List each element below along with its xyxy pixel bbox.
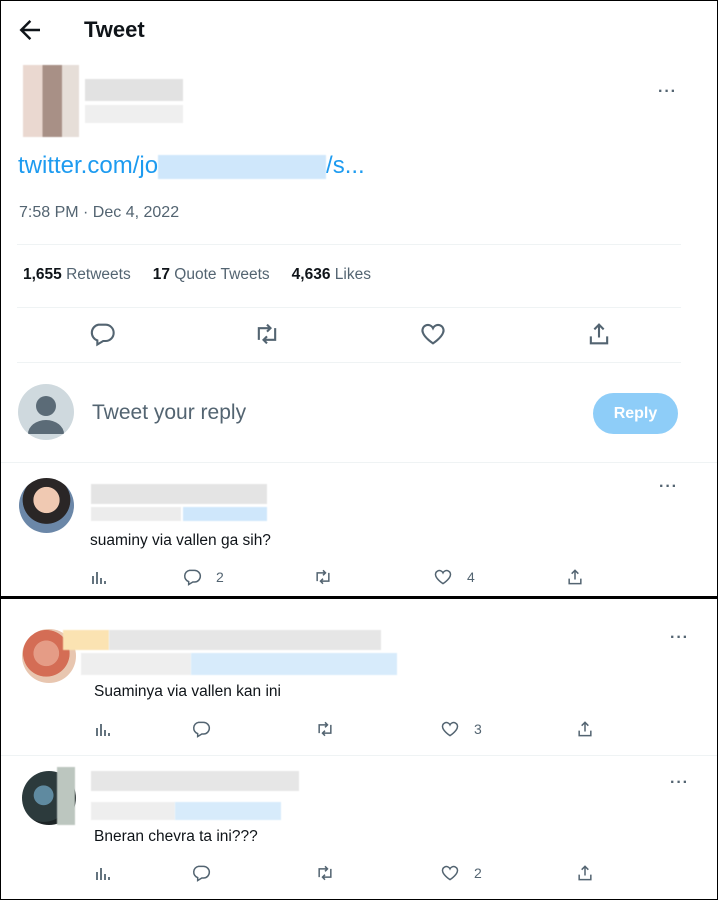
replying-to-redacted bbox=[175, 802, 281, 820]
retweet-icon[interactable] bbox=[313, 567, 333, 587]
more-options-icon[interactable]: ··· bbox=[658, 83, 677, 101]
author-handle-redacted bbox=[85, 105, 183, 123]
views-icon[interactable] bbox=[93, 719, 113, 739]
reply-author-name-redacted[interactable] bbox=[91, 771, 299, 791]
link-redacted bbox=[158, 154, 327, 179]
reply-author-name-redacted[interactable] bbox=[109, 630, 381, 650]
reply-author-handle-redacted bbox=[91, 802, 175, 820]
more-options-icon[interactable]: ··· bbox=[659, 478, 678, 496]
retweets-count: 1,655 bbox=[23, 266, 62, 283]
tweet-link[interactable]: twitter.com/jo/s... bbox=[18, 152, 365, 180]
share-icon[interactable] bbox=[565, 567, 585, 587]
reply-button[interactable]: Reply bbox=[593, 393, 678, 434]
retweet-icon[interactable] bbox=[315, 863, 335, 883]
like-count-value: 2 bbox=[474, 865, 482, 881]
tweet-stats: 1,655 Retweets 17 Quote Tweets 4,636 Lik… bbox=[23, 266, 371, 284]
current-user-avatar bbox=[18, 384, 74, 440]
reply-text: suaminy via vallen ga sih? bbox=[90, 532, 271, 549]
likes-count: 4,636 bbox=[291, 266, 331, 283]
divider bbox=[17, 362, 681, 363]
likes-stat[interactable]: 4,636 Likes bbox=[292, 266, 371, 284]
reply-count[interactable]: 2 bbox=[182, 567, 224, 587]
quote-tweets-label: Quote Tweets bbox=[174, 266, 270, 283]
author-avatar[interactable] bbox=[23, 65, 79, 137]
quote-tweets-stat[interactable]: 17 Quote Tweets bbox=[153, 266, 270, 284]
views-icon[interactable] bbox=[93, 863, 113, 883]
tweet-detail-panel: Tweet ··· twitter.com/jo/s... 7:58 PM · … bbox=[0, 0, 718, 598]
more-options-icon[interactable]: ··· bbox=[670, 629, 689, 647]
reply-count-value: 2 bbox=[216, 569, 224, 585]
like-count[interactable]: 4 bbox=[433, 567, 475, 587]
reply-icon[interactable] bbox=[88, 320, 116, 348]
divider bbox=[1, 462, 717, 463]
reply-text: Bneran chevra ta ini??? bbox=[94, 828, 258, 845]
like-count-value: 3 bbox=[474, 721, 482, 737]
like-heart-icon[interactable] bbox=[419, 320, 447, 348]
reply-text: Suaminya via vallen kan ini bbox=[94, 683, 281, 700]
page-title: Tweet bbox=[84, 17, 145, 42]
reply-icon[interactable] bbox=[191, 863, 211, 883]
reply-author-badge-redacted bbox=[57, 767, 75, 825]
like-heart-icon bbox=[441, 865, 459, 881]
reply-author-handle-redacted bbox=[91, 507, 181, 521]
link-text-end: /s... bbox=[326, 152, 365, 179]
divider bbox=[17, 244, 681, 245]
retweets-stat[interactable]: 1,655 Retweets bbox=[23, 266, 131, 284]
like-heart-icon bbox=[434, 569, 452, 585]
likes-label: Likes bbox=[334, 266, 371, 283]
replying-to-redacted bbox=[183, 507, 267, 521]
like-count[interactable]: 3 bbox=[440, 719, 482, 739]
back-arrow-icon[interactable] bbox=[15, 15, 45, 45]
replying-to-redacted bbox=[191, 653, 397, 675]
quote-tweets-count: 17 bbox=[152, 266, 170, 283]
link-text-start: twitter.com/jo bbox=[18, 152, 159, 179]
reply-icon[interactable] bbox=[191, 719, 211, 739]
reply-author-avatar[interactable] bbox=[19, 478, 74, 533]
reply-author-badge-redacted bbox=[63, 630, 109, 650]
retweet-icon[interactable] bbox=[315, 719, 335, 739]
retweet-icon[interactable] bbox=[253, 320, 281, 348]
tweet-timestamp[interactable]: 7:58 PM · Dec 4, 2022 bbox=[19, 204, 179, 222]
divider bbox=[1, 755, 717, 756]
reply-input[interactable]: Tweet your reply bbox=[92, 401, 246, 425]
divider bbox=[17, 307, 681, 308]
reply-author-name-redacted[interactable] bbox=[91, 484, 267, 504]
like-count-value: 4 bbox=[467, 569, 475, 585]
more-options-icon[interactable]: ··· bbox=[670, 774, 689, 792]
reply-author-handle-redacted bbox=[81, 653, 191, 675]
reply-icon bbox=[184, 569, 202, 586]
like-count[interactable]: 2 bbox=[440, 863, 482, 883]
author-name-redacted[interactable] bbox=[85, 79, 183, 101]
retweets-label: Retweets bbox=[66, 266, 131, 283]
share-icon[interactable] bbox=[575, 863, 595, 883]
share-icon[interactable] bbox=[585, 320, 613, 348]
share-icon[interactable] bbox=[575, 719, 595, 739]
replies-panel: ··· Suaminya via vallen kan ini 3 ··· Bn… bbox=[0, 598, 718, 900]
like-heart-icon bbox=[441, 721, 459, 737]
views-icon[interactable] bbox=[89, 567, 109, 587]
